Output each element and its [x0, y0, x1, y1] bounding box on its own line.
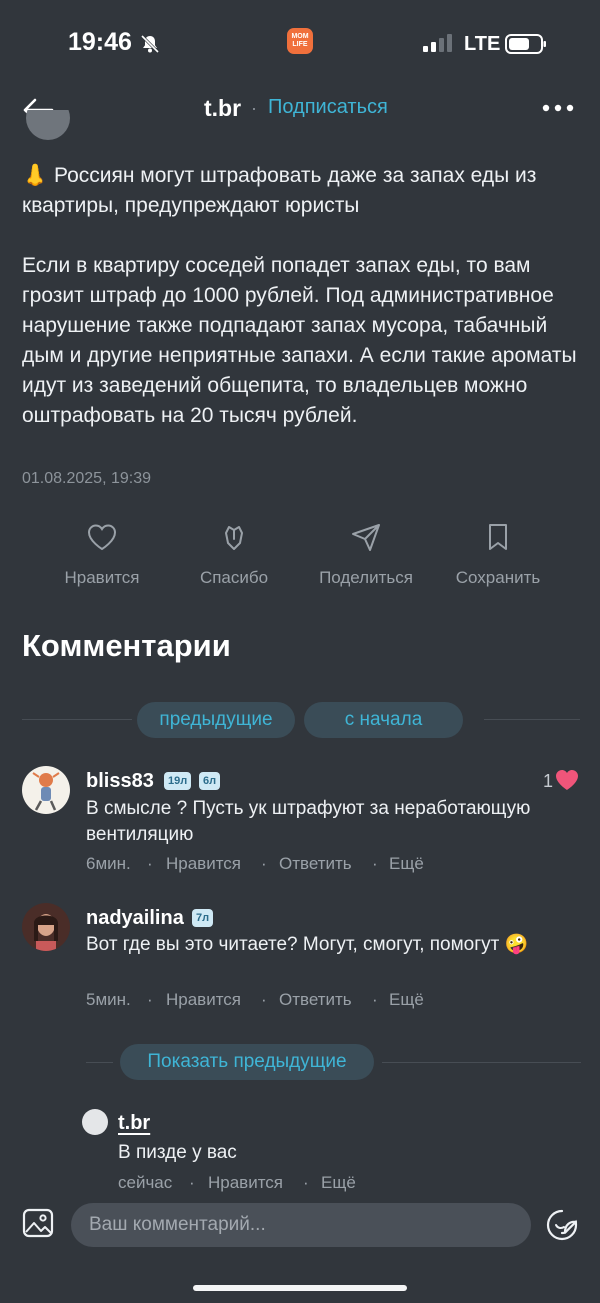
- comment-input-container[interactable]: [71, 1203, 531, 1247]
- divider: [484, 719, 580, 720]
- meta-dot: ·: [147, 854, 153, 873]
- sticker-icon[interactable]: [545, 1208, 579, 1242]
- comment-reply-button[interactable]: Ответить: [279, 854, 352, 874]
- send-icon: [352, 524, 380, 551]
- subscribe-button[interactable]: Подписаться: [268, 96, 388, 119]
- meta-dot: ·: [147, 990, 153, 1009]
- comment-text: В смысле ? Пусть ук штрафуют за неработа…: [86, 798, 531, 845]
- avatar-image: [22, 766, 70, 814]
- thanks-action[interactable]: Спасибо: [174, 520, 294, 588]
- divider: [86, 1062, 113, 1063]
- comment-time: 5мин.: [86, 990, 131, 1009]
- meta-dot: ·: [372, 990, 378, 1009]
- avatar[interactable]: [22, 903, 70, 951]
- image-attach-icon[interactable]: [22, 1208, 54, 1238]
- from-start-button[interactable]: с начала: [304, 702, 463, 738]
- comment-more-button[interactable]: Ещё: [389, 854, 424, 874]
- author-avatar[interactable]: [26, 110, 70, 142]
- reply-author[interactable]: t.br: [118, 1112, 150, 1135]
- hand-thanks-icon: [225, 526, 243, 550]
- post-date: 01.08.2025, 19:39: [22, 470, 152, 487]
- home-indicator: [193, 1285, 407, 1291]
- thanks-action-label: Спасибо: [199, 568, 269, 587]
- status-time: 19:46: [68, 28, 132, 56]
- app-badge-icon: MOM LIFE: [287, 28, 313, 54]
- share-action[interactable]: Поделиться: [306, 520, 426, 588]
- reply-time: сейчас: [118, 1173, 173, 1192]
- meta-dot: ·: [189, 1173, 195, 1192]
- avatar-image: [22, 903, 70, 951]
- meta-dot: ·: [303, 1173, 309, 1192]
- share-action-label: Поделиться: [319, 568, 413, 587]
- avatar[interactable]: [22, 766, 70, 814]
- bookmark-icon: [489, 524, 507, 550]
- meta-dot: ·: [261, 854, 267, 873]
- heart-filled-icon[interactable]: [555, 769, 579, 791]
- avatar[interactable]: [82, 1109, 108, 1135]
- comment-like-button[interactable]: Нравится: [166, 990, 241, 1010]
- heart-outline-icon: [87, 524, 117, 551]
- comment-input[interactable]: [71, 1203, 531, 1247]
- comments-title: Комментарии: [22, 628, 231, 663]
- comment-more-button[interactable]: Ещё: [389, 990, 424, 1010]
- battery-icon: [505, 34, 546, 54]
- channel-title[interactable]: t.br: [204, 95, 241, 122]
- reply-like-button[interactable]: Нравится: [208, 1173, 283, 1193]
- bell-off-icon: [140, 34, 160, 54]
- show-previous-button[interactable]: Показать предыдущие: [120, 1044, 374, 1080]
- comment-reply-button[interactable]: Ответить: [279, 990, 352, 1010]
- post-text: 👃 Россиян могут штрафовать даже за запах…: [22, 164, 577, 427]
- header-separator: ·: [251, 98, 257, 118]
- reply-text: В пизде у вас: [118, 1142, 237, 1163]
- meta-dot: ·: [372, 854, 378, 873]
- like-action-label: Нравится: [64, 568, 140, 587]
- comment-time: 6мин.: [86, 854, 131, 873]
- comment-author[interactable]: nadyailina: [86, 907, 184, 930]
- previous-comments-button[interactable]: предыдущие: [137, 702, 295, 738]
- comment-like-button[interactable]: Нравится: [166, 854, 241, 874]
- comment-like-count: 1: [543, 771, 554, 791]
- more-options-icon[interactable]: [540, 98, 576, 118]
- divider: [382, 1062, 581, 1063]
- divider: [22, 719, 132, 720]
- child-age-badge: 19л: [164, 772, 192, 790]
- child-age-badge: 6л: [199, 772, 221, 790]
- child-age-badge: 7л: [192, 909, 214, 927]
- comment-author[interactable]: bliss83: [86, 770, 154, 793]
- meta-dot: ·: [261, 990, 267, 1009]
- network-label: LTE: [464, 33, 501, 55]
- comment-text: Вот где вы это читаете? Могут, смогут, п…: [86, 934, 529, 955]
- reply-more-button[interactable]: Ещё: [321, 1173, 356, 1193]
- save-action-label: Сохранить: [455, 568, 541, 587]
- like-action[interactable]: Нравится: [42, 520, 162, 588]
- signal-icon: [423, 34, 452, 52]
- save-action[interactable]: Сохранить: [438, 520, 558, 588]
